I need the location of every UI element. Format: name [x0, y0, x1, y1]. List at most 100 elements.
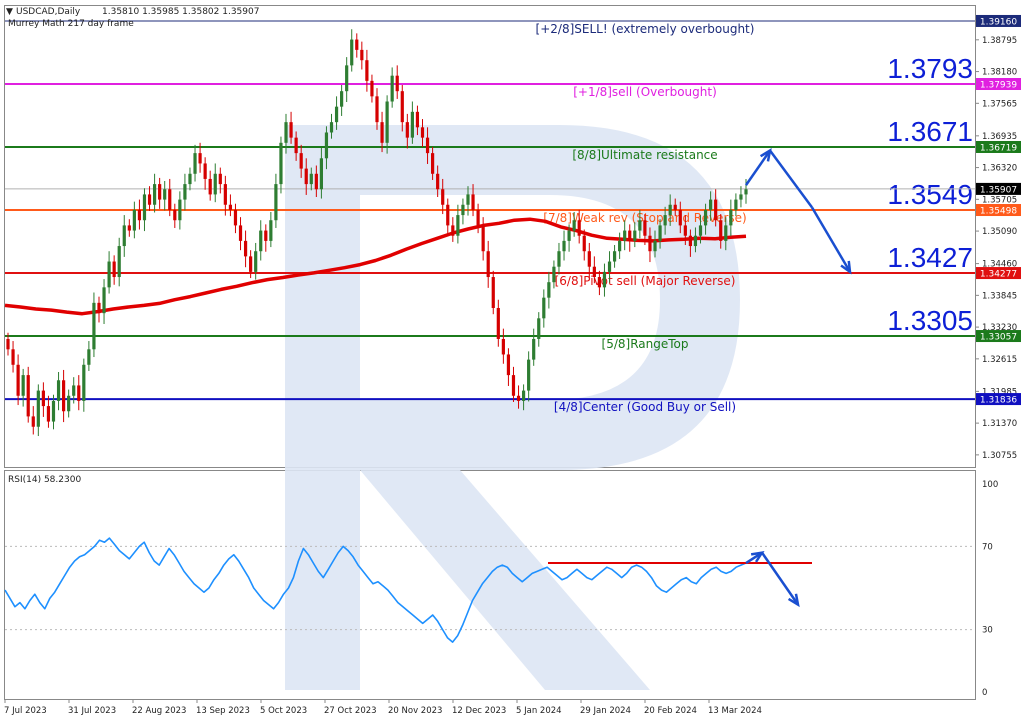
candle-body [587, 251, 591, 267]
candle-body [355, 39, 359, 50]
candle-body [385, 101, 389, 143]
candle-body [340, 91, 344, 107]
candle-body [279, 142, 283, 185]
candle-body [451, 225, 455, 236]
candle-body [693, 235, 698, 247]
murrey-level-value: 1.3427 [887, 242, 973, 273]
date-axis-label: 13 Sep 2023 [196, 706, 250, 716]
candle-body [628, 230, 632, 241]
candle-body [77, 385, 81, 401]
candle-body [658, 225, 662, 241]
price-axis-label: 1.33845 [982, 291, 1017, 301]
rsi-axis-label: 0 [982, 688, 987, 698]
murrey-level-value: 1.3305 [887, 305, 973, 336]
date-axis-label: 29 Jan 2024 [580, 706, 631, 716]
candle-body [304, 168, 308, 185]
candle-body [72, 385, 76, 396]
candle-body [653, 240, 657, 252]
candle-body [673, 204, 677, 210]
trading-chart: [+2/8]SELL! (extremely overbought) [+1/8]… [4, 5, 1021, 716]
candle-body [132, 209, 136, 231]
candle-body [97, 302, 101, 314]
date-axis-label: 20 Nov 2023 [388, 706, 442, 716]
candle-body [193, 153, 197, 174]
date-axis-label: 13 Mar 2024 [708, 706, 762, 716]
candle-body [511, 375, 516, 396]
candle-body [592, 266, 596, 278]
candle-body [415, 111, 420, 128]
candle-body [496, 307, 500, 339]
candle-body [67, 395, 71, 412]
price-axis-label: 1.35705 [982, 195, 1017, 205]
price-axis-label: 1.36320 [982, 164, 1017, 174]
candle-body [542, 297, 546, 319]
candle-body [491, 277, 495, 308]
candle-body [62, 380, 66, 412]
candle-body [168, 189, 172, 210]
candle-body [163, 189, 167, 200]
price-axis-label: 1.38180 [982, 68, 1017, 78]
candle-body [289, 122, 293, 138]
candle-body [147, 194, 152, 205]
candle-body [471, 194, 475, 210]
candle-body [107, 261, 111, 288]
candle-body [127, 225, 131, 231]
price-tag: 1.35498 [980, 207, 1017, 217]
price-axis-label: 1.30755 [982, 451, 1017, 461]
candle-body [11, 349, 15, 365]
price-axis-label: 1.37565 [982, 99, 1017, 109]
candle-body [562, 240, 566, 252]
candle-body [36, 390, 40, 427]
date-axis-label: 5 Jan 2024 [516, 706, 562, 716]
candle-body [152, 184, 157, 205]
candle-body [744, 189, 748, 195]
date-axis-label: 7 Jul 2023 [4, 706, 47, 716]
candle-body [582, 235, 586, 252]
murrey-level-value: 1.3549 [887, 179, 973, 210]
candle-body [345, 65, 349, 92]
candle-body [218, 173, 222, 185]
price-axis-label: 1.31370 [982, 419, 1017, 429]
candle-body [521, 390, 526, 401]
candle-body [516, 395, 521, 401]
date-axis-label: 5 Oct 2023 [260, 706, 307, 716]
candle-body [46, 406, 51, 422]
candle-body [405, 122, 409, 138]
candle-body [633, 230, 637, 241]
candle-body [26, 375, 30, 417]
candle-body [668, 204, 672, 216]
candle-body [158, 184, 162, 200]
candle-body [734, 199, 738, 210]
candle-body [370, 80, 374, 97]
candle-body [425, 137, 430, 154]
murrey-level-label: [8/8]Ultimate resistance [572, 148, 717, 162]
candle-body [683, 225, 687, 236]
candle-body [92, 302, 96, 350]
candle-body [400, 91, 404, 123]
candle-body [678, 209, 682, 226]
current-price-tag: 1.35907 [980, 185, 1017, 195]
candle-body [21, 375, 25, 396]
candle-body [233, 209, 238, 226]
symbol-dropdown-icon[interactable]: ▼ [6, 7, 13, 17]
candle-body [607, 261, 612, 272]
candle-body [299, 153, 303, 169]
symbol-label[interactable]: USDCAD,Daily [16, 7, 81, 17]
candle-body [264, 230, 268, 241]
candle-body [122, 225, 126, 247]
candle-body [112, 261, 116, 278]
rsi-axis-label: 100 [982, 480, 998, 490]
candle-body [324, 132, 329, 159]
price-tag: 1.36719 [980, 143, 1017, 153]
candle-body [719, 220, 723, 241]
rsi-label: RSI(14) 58.2300 [8, 475, 81, 485]
candle-body [56, 380, 61, 401]
candle-body [476, 209, 480, 226]
candle-body [739, 194, 743, 200]
candle-body [51, 400, 56, 422]
price-axis-label: 1.36935 [982, 132, 1017, 142]
candle-body [87, 349, 91, 365]
candle-body [334, 106, 339, 123]
murrey-level-label: [4/8]Center (Good Buy or Sell) [554, 400, 736, 414]
price-tag: 1.31836 [980, 396, 1017, 406]
